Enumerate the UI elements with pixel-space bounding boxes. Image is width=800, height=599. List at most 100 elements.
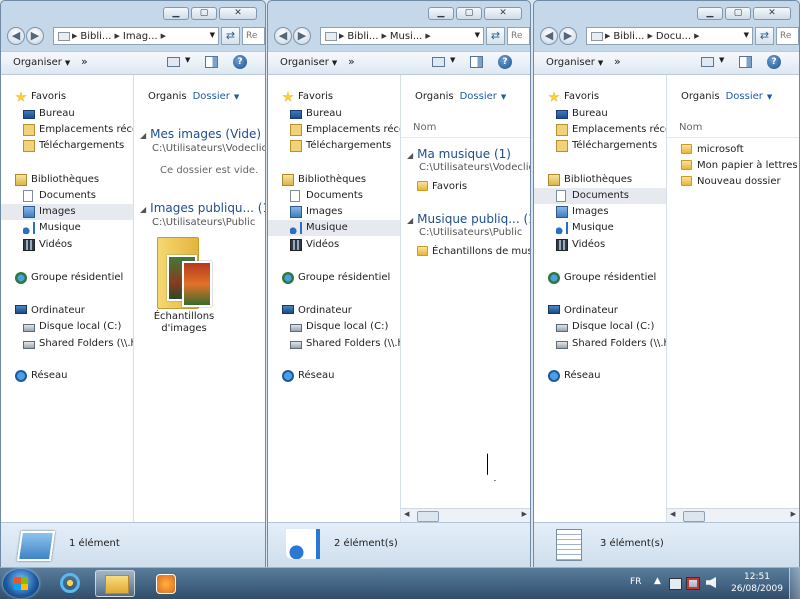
collapse-triangle-icon[interactable]: ◢ bbox=[407, 216, 413, 225]
horizontal-scrollbar[interactable]: ◀ ▶ bbox=[401, 508, 530, 523]
nav-libraries[interactable]: Bibliothèques bbox=[1, 172, 133, 188]
volume-icon[interactable] bbox=[706, 577, 716, 588]
show-hidden-icons-icon[interactable]: ▲ bbox=[654, 576, 661, 586]
nav-favorites[interactable]: Favoris bbox=[1, 89, 133, 105]
address-bar[interactable]: ▶ Bibli... ▶ Docu... ▶ ▼ bbox=[586, 27, 753, 45]
show-desktop-button[interactable] bbox=[789, 568, 800, 599]
search-input[interactable]: Re bbox=[776, 27, 799, 45]
maximize-button[interactable]: ▢ bbox=[725, 7, 751, 20]
nav-item-favorite[interactable]: Téléchargements bbox=[1, 138, 133, 154]
nav-item-library[interactable]: Images bbox=[268, 204, 400, 220]
nav-item-library[interactable]: Vidéos bbox=[268, 237, 400, 253]
scrollbar-thumb[interactable] bbox=[417, 511, 439, 522]
nav-item-favorite[interactable]: Bureau bbox=[268, 106, 400, 122]
breadcrumb-segment[interactable]: Imag... bbox=[123, 31, 158, 42]
nav-item-favorite[interactable]: Bureau bbox=[534, 106, 666, 122]
address-dropdown-icon[interactable]: ▼ bbox=[210, 31, 215, 39]
nav-favorites[interactable]: Favoris bbox=[534, 89, 666, 105]
address-bar[interactable]: ▶ Bibli... ▶ Imag... ▶ ▼ bbox=[53, 27, 219, 45]
change-view-icon[interactable] bbox=[167, 57, 180, 67]
clock[interactable]: 12:51 26/08/2009 bbox=[726, 571, 788, 595]
search-input[interactable]: Re bbox=[242, 27, 265, 45]
collapse-triangle-icon[interactable]: ◢ bbox=[407, 151, 413, 160]
nav-item-drive[interactable]: Shared Folders (\\.ho bbox=[534, 336, 666, 352]
taskbar-media-player[interactable] bbox=[146, 570, 186, 597]
scroll-right-icon[interactable]: ▶ bbox=[522, 510, 527, 518]
breadcrumb-segment[interactable]: Bibli... bbox=[613, 31, 644, 42]
arrange-by-dropdown[interactable]: Dossier bbox=[460, 91, 497, 102]
maximize-button[interactable]: ▢ bbox=[456, 7, 482, 20]
address-dropdown-icon[interactable]: ▼ bbox=[744, 31, 749, 39]
breadcrumb-segment[interactable]: Docu... bbox=[656, 31, 691, 42]
nav-item-favorite[interactable]: Bureau bbox=[1, 106, 133, 122]
nav-item-library[interactable]: Vidéos bbox=[534, 237, 666, 253]
help-icon[interactable]: ? bbox=[233, 55, 247, 69]
chevron-down-icon[interactable]: ▼ bbox=[767, 93, 772, 101]
chevron-down-icon[interactable]: ▼ bbox=[501, 93, 506, 101]
nav-item-favorite[interactable]: Téléchargements bbox=[534, 138, 666, 154]
nav-libraries[interactable]: Bibliothèques bbox=[268, 172, 400, 188]
minimize-button[interactable]: ▁ bbox=[428, 7, 454, 20]
refresh-button[interactable]: ⇄ bbox=[221, 27, 240, 45]
scroll-left-icon[interactable]: ◀ bbox=[670, 510, 675, 518]
nav-item-library[interactable]: Images bbox=[534, 204, 666, 220]
refresh-button[interactable]: ⇄ bbox=[486, 27, 505, 45]
nav-item-favorite[interactable]: Téléchargements bbox=[268, 138, 400, 154]
close-button[interactable]: ✕ bbox=[753, 7, 791, 20]
chevron-down-icon[interactable]: ▼ bbox=[234, 93, 239, 101]
group-header[interactable]: ◢ Mes images (Vide) bbox=[140, 127, 261, 141]
nav-computer[interactable]: Ordinateur bbox=[268, 303, 400, 319]
action-center-icon[interactable] bbox=[669, 578, 682, 590]
breadcrumb-arrow-icon[interactable]: ▶ bbox=[694, 32, 699, 40]
minimize-button[interactable]: ▁ bbox=[697, 7, 723, 20]
address-bar[interactable]: ▶ Bibli... ▶ Musi... ▶ ▼ bbox=[320, 27, 484, 45]
organize-button[interactable]: Organiser ▼ bbox=[13, 57, 70, 68]
forward-button[interactable]: ▶ bbox=[559, 27, 577, 45]
nav-item-drive[interactable]: Disque local (C:) bbox=[534, 319, 666, 335]
breadcrumb-arrow-icon[interactable]: ▶ bbox=[425, 32, 430, 40]
nav-network[interactable]: Réseau bbox=[1, 368, 133, 384]
nav-item-library[interactable]: Images bbox=[1, 204, 133, 220]
back-button[interactable]: ◀ bbox=[7, 27, 25, 45]
group-header[interactable]: ◢ Musique publiq... (1) bbox=[407, 212, 530, 226]
group-header[interactable]: ◢ Images publiqu... (1) bbox=[140, 201, 265, 215]
breadcrumb-arrow-icon[interactable]: ▶ bbox=[381, 32, 386, 40]
breadcrumb-arrow-icon[interactable]: ▶ bbox=[339, 32, 344, 40]
more-commands-button[interactable]: » bbox=[614, 55, 621, 68]
collapse-triangle-icon[interactable]: ◢ bbox=[140, 205, 146, 214]
forward-button[interactable]: ▶ bbox=[26, 27, 44, 45]
nav-item-favorite[interactable]: Emplacements récen bbox=[268, 122, 400, 138]
close-button[interactable]: ✕ bbox=[484, 7, 522, 20]
search-input[interactable]: Re bbox=[507, 27, 530, 45]
nav-item-library[interactable]: Musique bbox=[268, 220, 400, 236]
arrange-by-dropdown[interactable]: Dossier bbox=[726, 91, 763, 102]
nav-item-favorite[interactable]: Emplacements récen bbox=[1, 122, 133, 138]
column-header-name[interactable]: Nom bbox=[679, 122, 702, 133]
arrange-by-dropdown[interactable]: Dossier bbox=[193, 91, 230, 102]
view-options-icon[interactable]: ▼ bbox=[185, 56, 190, 64]
breadcrumb-arrow-icon[interactable]: ▶ bbox=[72, 32, 77, 40]
nav-network[interactable]: Réseau bbox=[268, 368, 400, 384]
start-button[interactable] bbox=[3, 569, 39, 598]
nav-item-drive[interactable]: Disque local (C:) bbox=[268, 319, 400, 335]
forward-button[interactable]: ▶ bbox=[293, 27, 311, 45]
breadcrumb-arrow-icon[interactable]: ▶ bbox=[605, 32, 610, 40]
nav-favorites[interactable]: Favoris bbox=[268, 89, 400, 105]
taskbar-internet-explorer[interactable] bbox=[50, 570, 90, 597]
breadcrumb-segment[interactable]: Bibli... bbox=[80, 31, 111, 42]
nav-item-drive[interactable]: Shared Folders (\\.ho bbox=[268, 336, 400, 352]
preview-pane-icon[interactable] bbox=[205, 56, 218, 68]
scroll-right-icon[interactable]: ▶ bbox=[791, 510, 796, 518]
breadcrumb-arrow-icon[interactable]: ▶ bbox=[114, 32, 119, 40]
change-view-icon[interactable] bbox=[432, 57, 445, 67]
breadcrumb-segment[interactable]: Bibli... bbox=[347, 31, 378, 42]
more-commands-button[interactable]: » bbox=[348, 55, 355, 68]
view-options-icon[interactable]: ▼ bbox=[450, 56, 455, 64]
language-indicator[interactable]: FR bbox=[630, 577, 641, 587]
column-header-name[interactable]: Nom bbox=[413, 122, 436, 133]
nav-item-favorite[interactable]: Emplacements récen bbox=[534, 122, 666, 138]
back-button[interactable]: ◀ bbox=[540, 27, 558, 45]
address-dropdown-icon[interactable]: ▼ bbox=[475, 31, 480, 39]
nav-libraries[interactable]: Bibliothèques bbox=[534, 172, 666, 188]
help-icon[interactable]: ? bbox=[767, 55, 781, 69]
